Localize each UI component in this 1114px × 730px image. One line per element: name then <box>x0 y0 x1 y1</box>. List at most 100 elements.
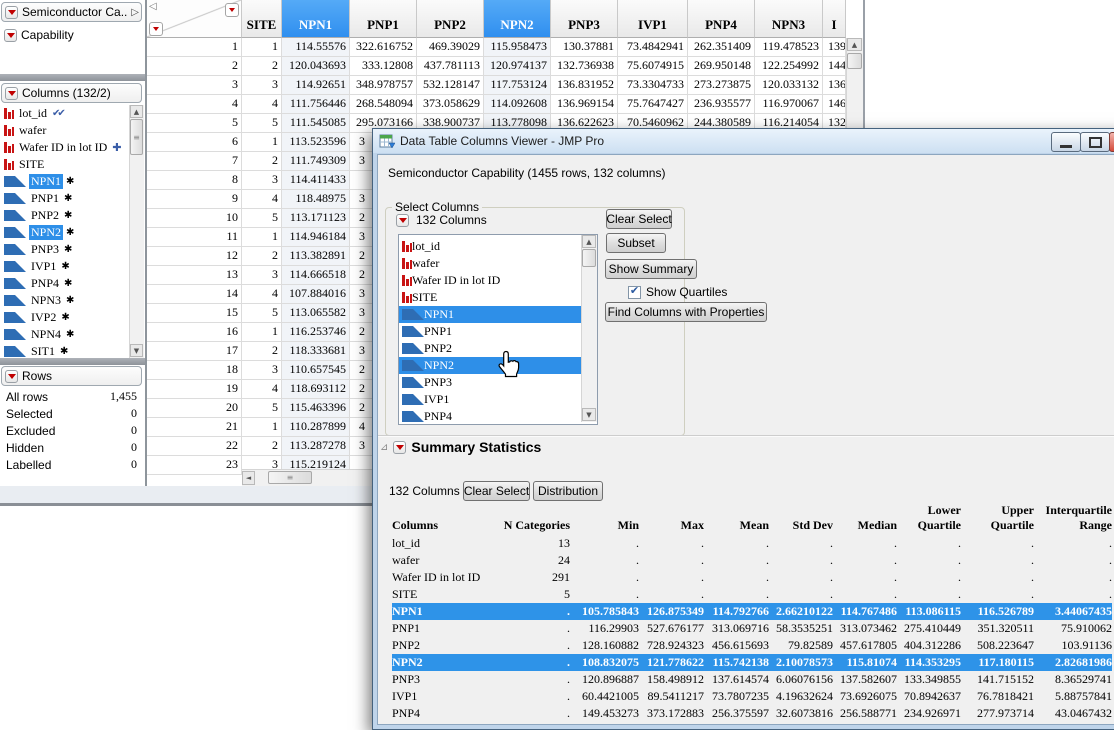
data-cell[interactable]: 73.4842941 <box>618 38 688 57</box>
rows-panel-header[interactable]: Rows <box>1 366 142 386</box>
collapse-triangle-icon[interactable]: ⊿ <box>380 442 388 453</box>
scroll-up-icon[interactable]: ▲ <box>130 105 143 118</box>
data-cell[interactable]: 1 <box>242 133 282 152</box>
data-cell[interactable]: 115.958473 <box>484 38 551 57</box>
data-cell[interactable]: 120.033132 <box>755 76 823 95</box>
data-cell[interactable]: 4 <box>242 190 282 209</box>
scroll-up-icon[interactable]: ▲ <box>582 235 596 248</box>
summary-row[interactable]: PNP1.116.29903527.676177313.06971658.353… <box>392 620 1112 637</box>
data-cell[interactable]: 118.48975 <box>282 190 350 209</box>
data-cell[interactable]: 73.3304733 <box>618 76 688 95</box>
data-cell[interactable]: 75.6074915 <box>618 57 688 76</box>
data-cell[interactable]: 116.253746 <box>282 323 350 342</box>
row-number-cell[interactable]: 23 <box>147 456 242 475</box>
dialog-column-item[interactable]: IVP1 <box>399 391 597 408</box>
data-cell[interactable]: 1 <box>242 38 282 57</box>
summary-row[interactable]: lot_id13........ <box>392 535 1112 552</box>
row-number-cell[interactable]: 16 <box>147 323 242 342</box>
row-number-cell[interactable]: 3 <box>147 76 242 95</box>
row-number-cell[interactable]: 21 <box>147 418 242 437</box>
summary-row[interactable]: IVP1.60.442100589.541121773.78072354.196… <box>392 688 1112 705</box>
sidebar-column-item[interactable]: IVP1✱ <box>0 258 128 275</box>
data-cell[interactable]: 5 <box>242 304 282 323</box>
data-cell[interactable]: 1 <box>242 228 282 247</box>
sidebar-column-item[interactable]: PNP4✱ <box>0 275 128 292</box>
grid-column-header[interactable]: SITE <box>242 0 282 38</box>
data-cell[interactable]: 136.831952 <box>551 76 618 95</box>
data-cell[interactable]: 136.969154 <box>551 95 618 114</box>
summary-row[interactable]: wafer24........ <box>392 552 1112 569</box>
red-triangle-icon[interactable] <box>5 6 18 19</box>
panel-divider[interactable] <box>0 358 145 365</box>
row-number-cell[interactable]: 22 <box>147 437 242 456</box>
scroll-thumb[interactable] <box>847 53 862 69</box>
data-cell[interactable]: 118.333681 <box>282 342 350 361</box>
dialog-titlebar[interactable]: Data Table Columns Viewer - JMP Pro <box>373 129 1114 153</box>
red-triangle-icon[interactable] <box>5 87 18 100</box>
sidebar-column-item[interactable]: SITE <box>0 156 128 173</box>
data-cell[interactable]: 113.523596 <box>282 133 350 152</box>
data-cell[interactable]: 120.043693 <box>282 57 350 76</box>
data-cell[interactable]: 262.351409 <box>688 38 755 57</box>
sidebar-column-item[interactable]: PNP1✱ <box>0 190 128 207</box>
red-triangle-icon[interactable] <box>5 370 18 383</box>
data-cell[interactable]: 111.749309 <box>282 152 350 171</box>
panel-divider[interactable] <box>0 74 145 81</box>
summary-row[interactable]: SITE5........ <box>392 586 1112 603</box>
data-cell[interactable]: 4 <box>242 95 282 114</box>
data-cell[interactable]: 333.12808 <box>350 57 417 76</box>
data-cell[interactable]: 116.970067 <box>755 95 823 114</box>
row-number-cell[interactable]: 19 <box>147 380 242 399</box>
columns-panel-header[interactable]: Columns (132/2) <box>1 83 142 103</box>
sidebar-column-item[interactable]: PNP2✱ <box>0 207 128 224</box>
grid-column-header[interactable]: NPN1 <box>282 0 350 38</box>
data-cell[interactable]: 144 <box>823 57 846 76</box>
red-triangle-icon[interactable] <box>4 29 17 42</box>
row-number-cell[interactable]: 11 <box>147 228 242 247</box>
data-cell[interactable]: 273.273875 <box>688 76 755 95</box>
row-number-cell[interactable]: 13 <box>147 266 242 285</box>
show-quartiles-checkbox[interactable]: ✔ <box>628 286 641 299</box>
list-scrollbar[interactable]: ▲ ▼ <box>581 235 597 422</box>
collapse-left-icon[interactable]: ◁ <box>149 1 157 12</box>
dialog-column-item[interactable]: PNP4 <box>399 408 597 425</box>
scroll-up-icon[interactable]: ▲ <box>847 38 862 51</box>
data-cell[interactable]: 114.946184 <box>282 228 350 247</box>
scroll-thumb[interactable] <box>582 249 596 267</box>
dialog-column-item[interactable]: wafer <box>399 255 597 272</box>
close-button[interactable] <box>1109 132 1114 152</box>
chevron-right-icon[interactable]: ▷ <box>131 7 141 18</box>
grid-column-header[interactable]: PNP4 <box>688 0 755 38</box>
scroll-down-icon[interactable]: ▼ <box>130 344 143 357</box>
summary-clear-select-button[interactable]: Clear Select <box>463 481 530 501</box>
scroll-down-icon[interactable]: ▼ <box>582 408 596 421</box>
data-cell[interactable]: 3 <box>242 76 282 95</box>
row-number-cell[interactable]: 6 <box>147 133 242 152</box>
summary-row[interactable]: PNP2.128.160882728.924323456.61569379.82… <box>392 637 1112 654</box>
data-cell[interactable]: 115.463396 <box>282 399 350 418</box>
data-cell[interactable]: 122.254992 <box>755 57 823 76</box>
rows-menu-red-triangle-icon[interactable] <box>149 22 163 36</box>
data-cell[interactable]: 373.058629 <box>417 95 484 114</box>
maximize-button[interactable] <box>1080 132 1110 152</box>
data-cell[interactable]: 3 <box>242 266 282 285</box>
data-cell[interactable]: 114.411433 <box>282 171 350 190</box>
data-cell[interactable]: 75.7647427 <box>618 95 688 114</box>
data-cell[interactable]: 5 <box>242 399 282 418</box>
data-cell[interactable]: 3 <box>242 171 282 190</box>
sidebar-column-item[interactable]: IVP2✱ <box>0 309 128 326</box>
distribution-button[interactable]: Distribution <box>533 481 603 501</box>
summary-row[interactable]: PNP3.120.896887158.498912137.6145746.060… <box>392 671 1112 688</box>
minimize-button[interactable] <box>1051 132 1081 152</box>
data-cell[interactable]: 4 <box>242 380 282 399</box>
dialog-column-item[interactable]: SITE <box>399 289 597 306</box>
grid-column-header[interactable]: NPN2 <box>484 0 551 38</box>
data-cell[interactable]: 4 <box>242 285 282 304</box>
data-cell[interactable]: 117.753124 <box>484 76 551 95</box>
data-cell[interactable]: 146 <box>823 95 846 114</box>
clear-select-button[interactable]: Clear Select <box>606 209 672 229</box>
grid-column-header[interactable]: NPN3 <box>755 0 823 38</box>
data-cell[interactable]: 114.092608 <box>484 95 551 114</box>
dialog-column-item[interactable]: PNP1 <box>399 323 597 340</box>
sidebar-column-item[interactable]: NPN3✱ <box>0 292 128 309</box>
